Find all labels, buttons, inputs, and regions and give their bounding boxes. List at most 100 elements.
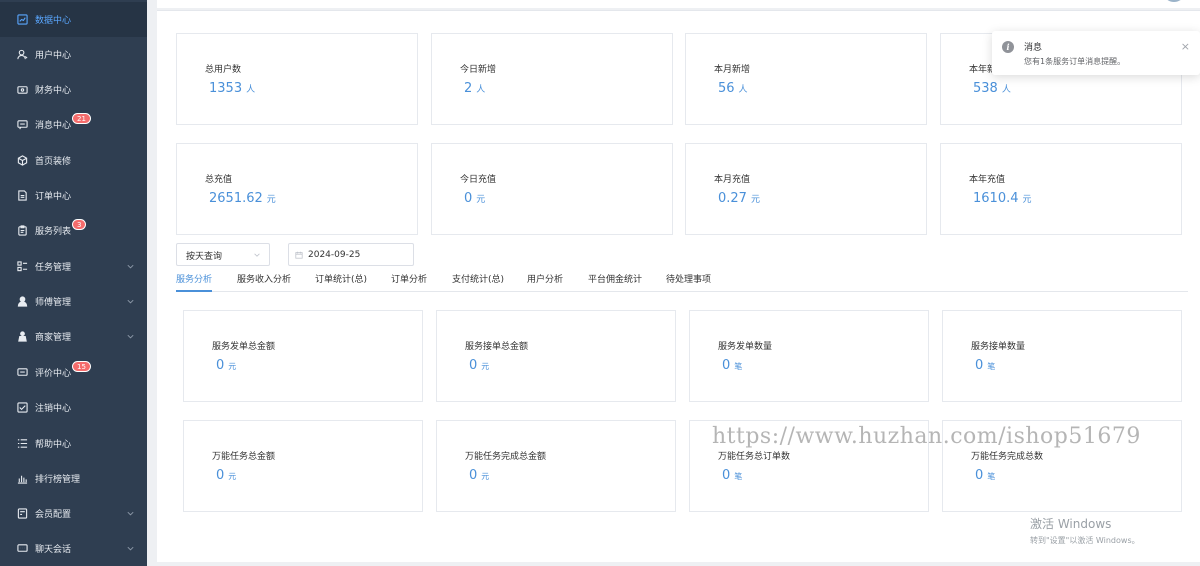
info-icon: i: [1002, 41, 1014, 53]
service-stat-card: 服务发单数量 0笔: [689, 310, 929, 402]
sidebar-item-member-config[interactable]: 会员配置: [0, 496, 147, 531]
chevron-down-icon: [126, 262, 135, 271]
sidebar-item-user-center[interactable]: 用户中心: [0, 37, 147, 72]
date-picker[interactable]: 2024-09-25: [288, 243, 414, 266]
stat-value: 1610.4 元: [973, 191, 1032, 206]
user-icon: [17, 49, 28, 60]
sidebar-item-label: 注销中心: [35, 404, 72, 414]
stat-label: 总充值: [205, 175, 233, 185]
sidebar-item-homepage-decoration[interactable]: 首页装修: [0, 143, 147, 178]
activation-title: 激活 Windows: [1030, 517, 1112, 531]
windows-activation-notice: 激活 Windows 转到"设置"以激活 Windows。: [1030, 515, 1140, 546]
tab-service-analysis[interactable]: 服务分析: [176, 272, 213, 292]
tab-user-analysis[interactable]: 用户分析: [527, 272, 563, 292]
stat-value: 0笔: [722, 358, 743, 373]
stat-label: 今日新增: [460, 65, 497, 75]
service-stat-card: 万能任务完成总金额 0元: [436, 420, 676, 512]
logout-icon: [17, 402, 28, 413]
sidebar-item-order-center[interactable]: 订单中心: [0, 178, 147, 213]
close-icon[interactable]: ×: [1181, 40, 1190, 53]
sidebar-item-label: 财务中心: [35, 86, 72, 96]
member-card-icon: [17, 508, 28, 519]
stat-label: 本月新增: [714, 65, 751, 75]
notification-popup: i 消息 您有1条服务订单消息提醒。 ×: [992, 31, 1200, 75]
sidebar-item-chat-session[interactable]: 聊天会话: [0, 531, 147, 566]
wallet-icon: [17, 84, 28, 95]
stat-card-month-recharge: 本月充值 0.27 元: [685, 143, 927, 235]
stat-value: 0元: [216, 358, 237, 373]
stat-value: 538 人: [973, 81, 1011, 96]
sidebar-item-label: 任务管理: [35, 263, 72, 273]
stat-label: 万能任务总金额: [212, 452, 276, 462]
bar-chart-icon: [17, 473, 28, 484]
stat-value: 0笔: [975, 358, 996, 373]
person-icon: [17, 296, 28, 307]
sidebar-item-label: 用户中心: [35, 51, 72, 61]
sidebar-item-label: 数据中心: [35, 16, 72, 26]
sidebar-item-label: 排行榜管理: [35, 475, 81, 485]
notification-message[interactable]: 您有1条服务订单消息提醒。: [1024, 56, 1125, 67]
stat-value: 0.27 元: [718, 191, 760, 206]
sidebar-item-label: 消息中心: [35, 121, 72, 131]
stat-label: 服务发单数量: [718, 342, 773, 352]
tab-pending-items[interactable]: 待处理事项: [666, 272, 711, 292]
sidebar-item-data-center[interactable]: 数据中心: [0, 2, 147, 37]
sidebar-item-cancellation-center[interactable]: 注销中心: [0, 390, 147, 425]
clipboard-icon: [17, 225, 28, 236]
sidebar-item-label: 聊天会话: [35, 545, 72, 555]
analysis-tabs: 服务分析 服务收入分析 订单统计(总) 订单分析 支付统计(总) 用户分析 平台…: [176, 272, 1188, 292]
stat-label: 服务接单数量: [971, 342, 1026, 352]
stat-label: 服务接单总金额: [465, 342, 529, 352]
stat-card-today-new: 今日新增 2人: [431, 33, 673, 125]
stat-card-total-users: 总用户数 1353 人: [176, 33, 418, 125]
sidebar-item-label: 商家管理: [35, 333, 72, 343]
stat-value: 2651.62 元: [209, 191, 276, 206]
message-icon: [17, 119, 28, 130]
review-count-badge: 15: [72, 361, 91, 372]
sidebar-item-master-management[interactable]: 师傅管理: [0, 284, 147, 319]
chevron-down-icon: [126, 509, 135, 518]
sidebar-item-task-management[interactable]: 任务管理: [0, 249, 147, 284]
sidebar-item-finance-center[interactable]: 财务中心: [0, 72, 147, 107]
comment-icon: [17, 367, 28, 378]
sidebar-item-label: 评价中心: [35, 369, 72, 379]
stat-label: 万能任务完成总金额: [465, 452, 547, 462]
sidebar-item-label: 师傅管理: [35, 298, 72, 308]
tab-service-income-analysis[interactable]: 服务收入分析: [237, 272, 291, 292]
sidebar-item-label: 首页装修: [35, 157, 72, 167]
sidebar-item-leaderboard-management[interactable]: 排行榜管理: [0, 461, 147, 496]
sidebar: 数据中心 用户中心 财务中心 消息中心 21 首页装修 订单中心 服务列表 3 …: [0, 0, 147, 566]
service-stat-card: 服务发单总金额 0元: [183, 310, 423, 402]
cube-icon: [17, 155, 28, 166]
sidebar-item-merchant-management[interactable]: 商家管理: [0, 319, 147, 354]
stat-value: 2人: [464, 81, 486, 96]
service-stat-card: 服务接单数量 0笔: [942, 310, 1182, 402]
tab-order-analysis[interactable]: 订单分析: [391, 272, 427, 292]
tab-platform-commission[interactable]: 平台佣金统计: [588, 272, 642, 292]
sidebar-item-label: 订单中心: [35, 192, 72, 202]
sidebar-item-help-center[interactable]: 帮助中心: [0, 426, 147, 461]
service-count-badge: 3: [72, 219, 87, 230]
stat-value: 0元: [469, 468, 490, 483]
tab-payment-stats-total[interactable]: 支付统计(总): [452, 272, 504, 292]
notification-title: 消息: [1024, 43, 1043, 53]
stat-label: 总用户数: [205, 65, 242, 75]
top-header-strip: [157, 0, 1200, 8]
stat-card-month-new: 本月新增 56 人: [685, 33, 927, 125]
query-mode-select[interactable]: 按天查询: [176, 243, 270, 266]
sidebar-item-review-center[interactable]: 评价中心 15: [0, 355, 147, 390]
chevron-down-icon: [126, 544, 135, 553]
tab-order-stats-total[interactable]: 订单统计(总): [315, 272, 367, 292]
service-stat-card: 服务接单总金额 0元: [436, 310, 676, 402]
sidebar-item-label: 帮助中心: [35, 440, 72, 450]
date-value: 2024-09-25: [308, 249, 361, 260]
merchant-icon: [17, 331, 28, 342]
chat-icon: [17, 543, 28, 554]
sidebar-item-label: 服务列表: [35, 227, 72, 237]
stat-value: 0笔: [975, 468, 996, 483]
sidebar-item-message-center[interactable]: 消息中心 21: [0, 107, 147, 142]
sidebar-item-service-list[interactable]: 服务列表 3: [0, 213, 147, 248]
stat-card-total-recharge: 总充值 2651.62 元: [176, 143, 418, 235]
stat-label: 今日充值: [460, 175, 497, 185]
stat-value: 0元: [216, 468, 237, 483]
